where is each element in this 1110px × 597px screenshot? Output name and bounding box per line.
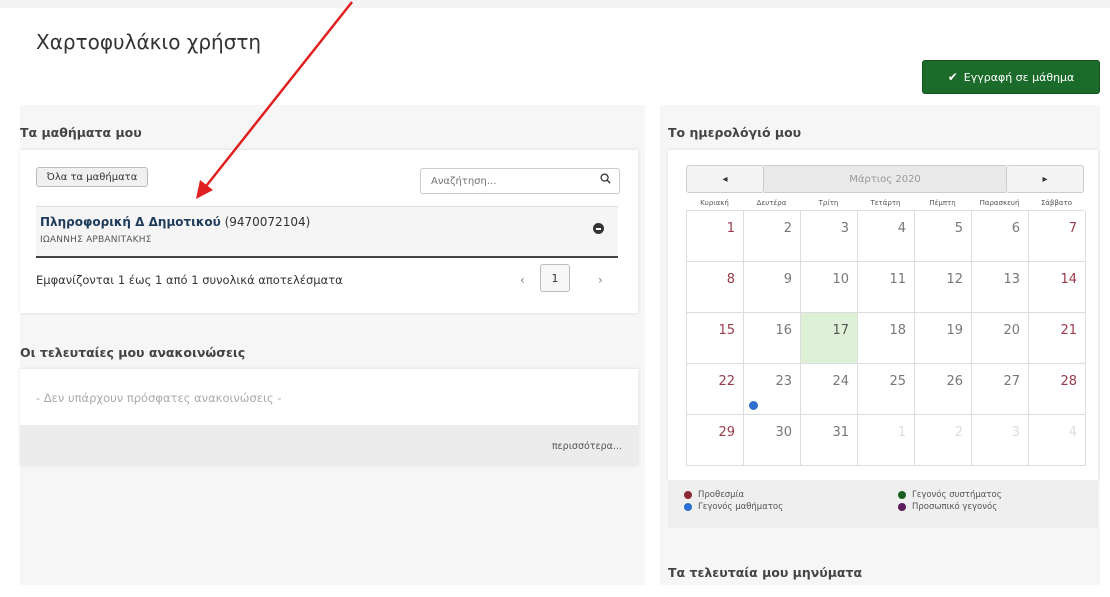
results-summary: Εμφανίζονται 1 έως 1 από 1 συνολικά αποτ… [36, 273, 343, 287]
course-event-dot-icon[interactable] [749, 401, 758, 410]
announcements-panel: - Δεν υπάρχουν πρόσφατες ανακοινώσεις - … [20, 369, 638, 465]
calendar-day[interactable]: 13 [972, 262, 1029, 313]
calendar-day[interactable]: 28 [1029, 364, 1086, 415]
messages-title: Τα τελευταία μου μηνύματα [668, 565, 863, 580]
calendar-title: Το ημερολόγιό μου [668, 125, 802, 140]
search-icon[interactable] [600, 173, 611, 184]
enroll-button-label: Εγγραφή σε μάθημα [963, 70, 1075, 84]
calendar-day[interactable]: 4 [1029, 415, 1086, 466]
calendar-day[interactable]: 15 [687, 313, 744, 364]
system-event-dot-icon [898, 491, 906, 499]
calendar-day[interactable]: 5 [915, 211, 972, 262]
calendar-day[interactable]: 1 [858, 415, 915, 466]
search-input[interactable] [429, 174, 593, 188]
unenroll-minus-icon[interactable] [593, 223, 604, 234]
calendar-day[interactable]: 20 [972, 313, 1029, 364]
announcements-title: Οι τελευταίες μου ανακοινώσεις [20, 345, 246, 360]
calendar-day[interactable]: 10 [801, 262, 858, 313]
calendar-grid: 1 2 3 4 5 6 7 8 9 10 11 12 13 14 15 16 17 18 19 20 21 22 23 24 2… [686, 210, 1086, 466]
calendar-next-button[interactable]: ▸ [1006, 165, 1084, 193]
calendar-day[interactable]: 30 [744, 415, 801, 466]
calendar-day[interactable]: 9 [744, 262, 801, 313]
weekday-header: Κυριακή [700, 199, 729, 207]
calendar-day[interactable]: 2 [744, 211, 801, 262]
legend-personal-event: Προσωπικό γεγονός [898, 502, 997, 512]
calendar-day[interactable]: 17 [801, 313, 858, 364]
check-icon: ✔ [947, 70, 958, 84]
pager-prev-button[interactable]: ‹ [520, 273, 525, 287]
pager-next-button[interactable]: › [598, 273, 603, 287]
calendar-day[interactable]: 26 [915, 364, 972, 415]
caret-right-icon: ▸ [1042, 173, 1048, 185]
calendar-day[interactable]: 14 [1029, 262, 1086, 313]
weekday-header: Τετάρτη [870, 199, 901, 207]
pager-page-1[interactable]: 1 [540, 264, 570, 292]
course-name-link[interactable]: Πληροφορική Δ Δημοτικού [40, 215, 221, 229]
calendar-legend: Προθεσμία Γεγονός συστήματος Γεγονός μαθ… [668, 480, 1098, 528]
calendar-prev-button[interactable]: ◂ [686, 165, 764, 193]
calendar-day[interactable]: 24 [801, 364, 858, 415]
course-code: (9470072104) [224, 215, 311, 229]
calendar-day[interactable]: 27 [972, 364, 1029, 415]
calendar-day[interactable]: 3 [972, 415, 1029, 466]
calendar-day[interactable]: 12 [915, 262, 972, 313]
all-courses-button[interactable]: Όλα τα μαθήματα [36, 167, 148, 187]
calendar-day[interactable]: 19 [915, 313, 972, 364]
caret-left-icon: ◂ [722, 173, 728, 185]
enroll-course-button[interactable]: ✔ Εγγραφή σε μάθημα [922, 60, 1100, 94]
course-event-dot-icon [684, 503, 692, 511]
calendar-day[interactable]: 3 [801, 211, 858, 262]
weekday-header: Σάββατο [1040, 199, 1073, 207]
top-band [0, 0, 1110, 8]
calendar-day[interactable]: 31 [801, 415, 858, 466]
calendar-day[interactable]: 4 [858, 211, 915, 262]
more-announcements-link[interactable]: περισσότερα... [552, 441, 622, 452]
course-row: Πληροφορική Δ Δημοτικού (9470072104) ΙΩΑ… [36, 206, 618, 258]
calendar-day[interactable]: 11 [858, 262, 915, 313]
announcements-empty: - Δεν υπάρχουν πρόσφατες ανακοινώσεις - [36, 391, 282, 405]
legend-deadline: Προθεσμία [684, 490, 744, 500]
weekday-header: Δευτέρα [756, 199, 787, 207]
personal-event-dot-icon [898, 503, 906, 511]
calendar-day[interactable]: 18 [858, 313, 915, 364]
calendar-day[interactable]: 29 [687, 415, 744, 466]
calendar-day[interactable]: 7 [1029, 211, 1086, 262]
weekday-header: Πέμπτη [929, 199, 956, 207]
calendar-day[interactable]: 21 [1029, 313, 1086, 364]
course-teacher: ΙΩΑΝΝΗΣ ΑΡΒΑΝΙΤΑΚΗΣ [40, 235, 152, 245]
page-title: Χαρτοφυλάκιο χρήστη [36, 30, 262, 54]
calendar-month-label: Μάρτιος 2020 [764, 165, 1006, 193]
deadline-dot-icon [684, 491, 692, 499]
calendar-day[interactable]: 6 [972, 211, 1029, 262]
calendar-day[interactable]: 25 [858, 364, 915, 415]
calendar-day[interactable]: 16 [744, 313, 801, 364]
my-courses-title: Τα μαθήματα μου [20, 125, 142, 140]
calendar-day[interactable]: 8 [687, 262, 744, 313]
legend-system-event: Γεγονός συστήματος [898, 490, 1002, 500]
announcements-footer: περισσότερα... [20, 425, 638, 465]
calendar-day[interactable]: 22 [687, 364, 744, 415]
legend-course-event: Γεγονός μαθήματος [684, 502, 783, 512]
course-search[interactable] [420, 168, 620, 194]
weekday-header: Παρασκευή [979, 199, 1020, 207]
calendar-day[interactable]: 1 [687, 211, 744, 262]
weekday-header: Τρίτη [818, 199, 839, 207]
calendar-day[interactable]: 2 [915, 415, 972, 466]
